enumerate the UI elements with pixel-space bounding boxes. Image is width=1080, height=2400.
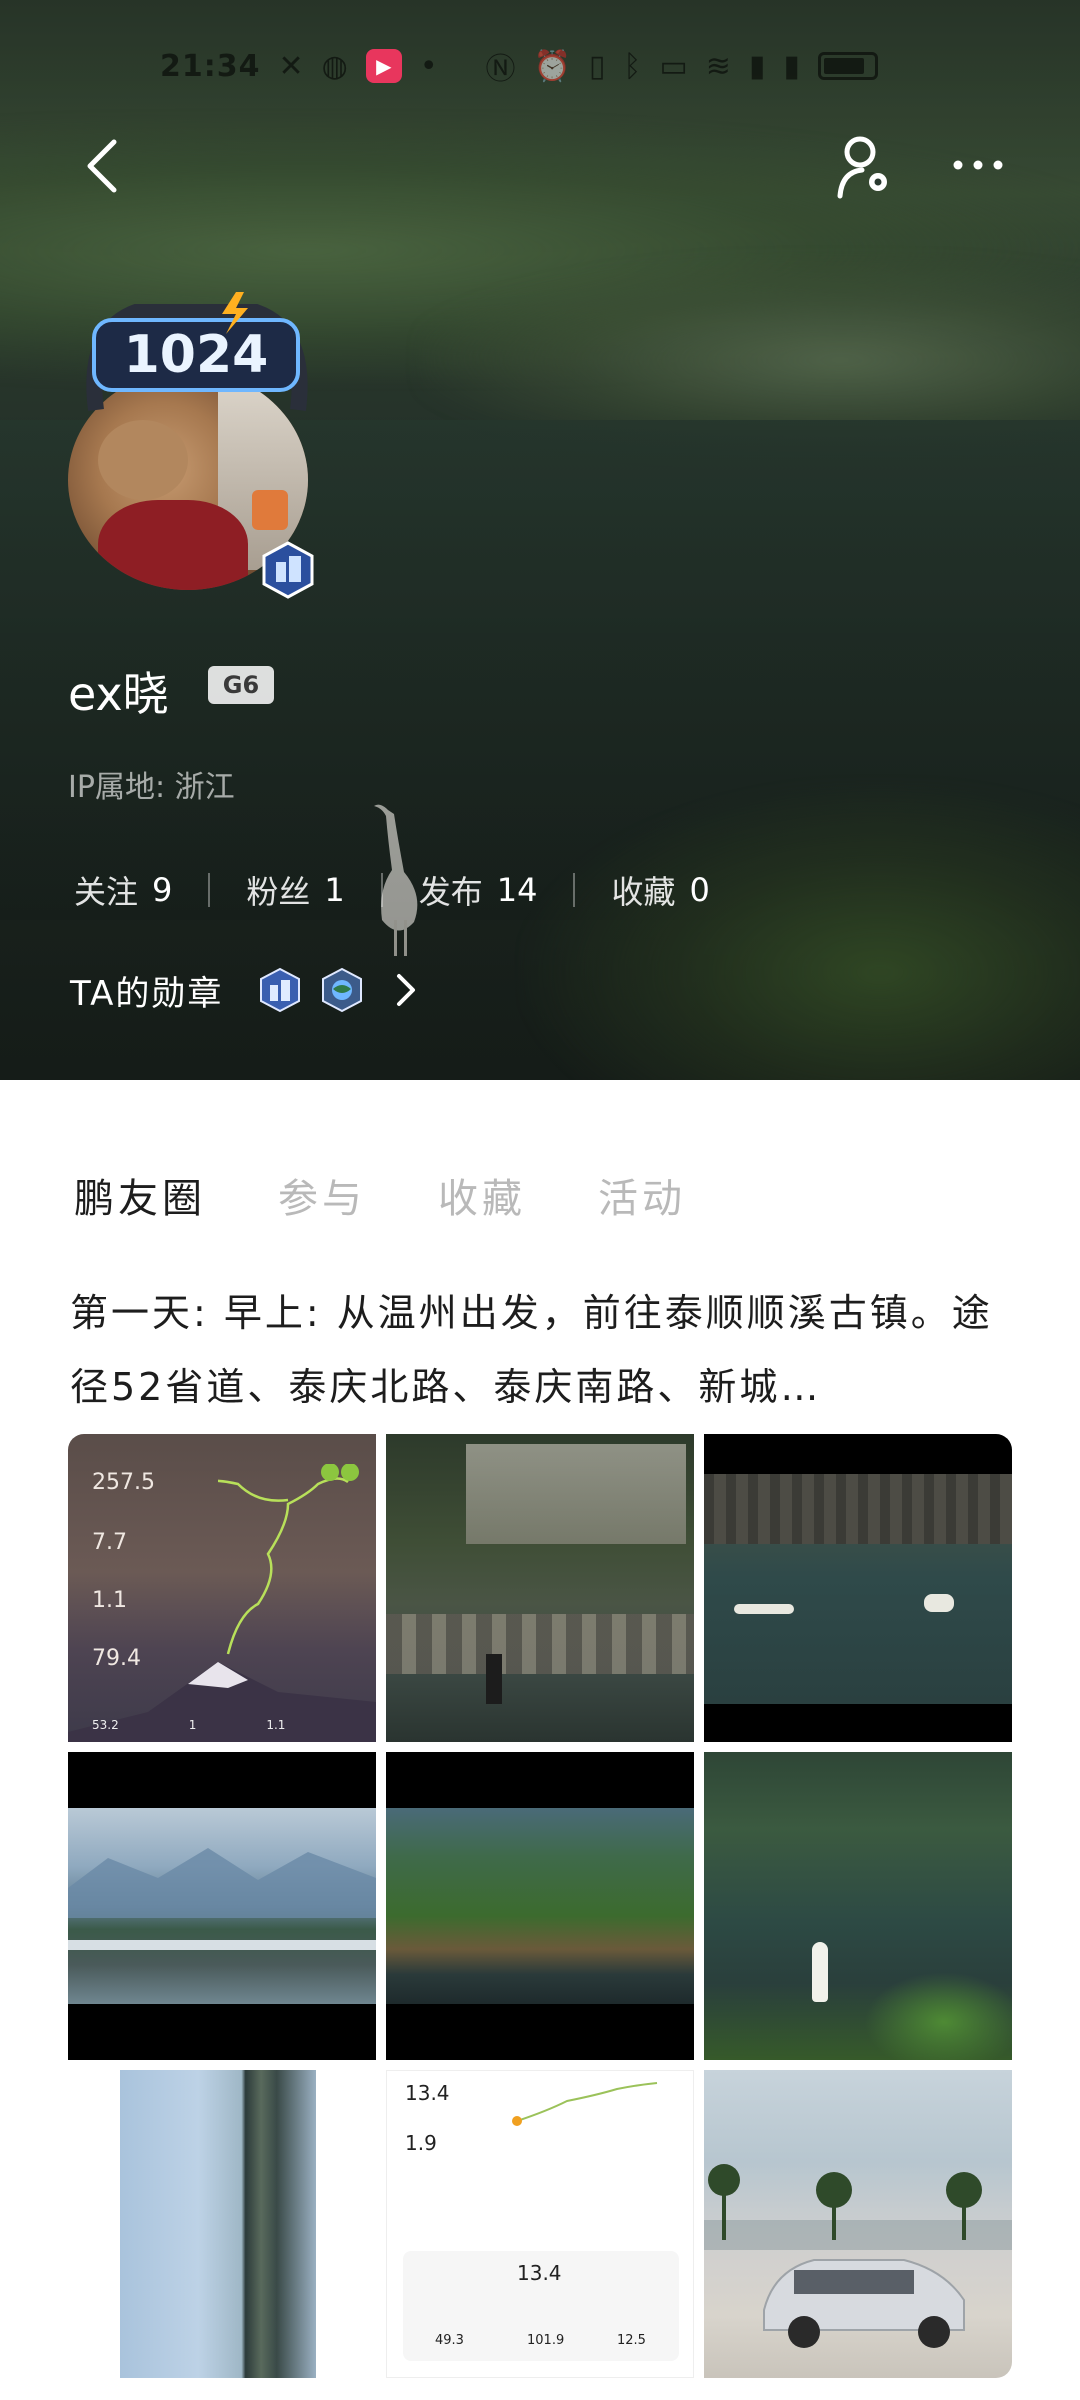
- tab-favorites[interactable]: 收藏: [438, 1166, 526, 1224]
- stat-divider: [573, 873, 576, 907]
- stat-followers[interactable]: 粉丝 1: [246, 867, 344, 913]
- content-tabs: 鹏友圈 参与 收藏 活动: [74, 1166, 686, 1224]
- mountains-silhouette: [68, 1848, 376, 1950]
- map-value: 1.1: [92, 1588, 127, 1613]
- back-icon[interactable]: [80, 136, 130, 196]
- medal-globe-icon[interactable]: [319, 967, 365, 1013]
- stat-posts[interactable]: 发布 14: [419, 867, 538, 913]
- username: ex晓: [68, 667, 169, 721]
- avatar-container[interactable]: 1024: [68, 290, 318, 600]
- stat-value: 1: [324, 871, 345, 909]
- stat-value: 14: [496, 871, 538, 909]
- map-value: 257.5: [92, 1470, 155, 1495]
- ip-location: IP属地: 浙江: [68, 770, 235, 805]
- person-silhouette: [486, 1654, 502, 1704]
- close-status-icon: ✕: [278, 48, 304, 84]
- post-image-map[interactable]: 257.5 7.7 1.1 79.4 53.2 1 1.1: [68, 1434, 376, 1742]
- medals-label: TA的勋章: [70, 973, 224, 1014]
- avatar-frame-text: 1024: [124, 325, 269, 385]
- house-shape: [466, 1444, 686, 1544]
- alarm-icon: ⏰: [533, 48, 571, 84]
- map-footer-value: 1: [188, 1718, 197, 1732]
- map-value: 79.4: [92, 1646, 141, 1671]
- chevron-right-icon[interactable]: [391, 970, 421, 1010]
- stat-label: 粉丝: [246, 873, 311, 911]
- stat-value: 9: [152, 871, 173, 909]
- stat-following[interactable]: 关注 9: [74, 867, 172, 913]
- user-settings-icon[interactable]: [834, 134, 894, 200]
- post-image-car[interactable]: [704, 2070, 1012, 2378]
- map-footer-value: 1.1: [266, 1718, 286, 1732]
- signal-5g-icon: ▮: [748, 48, 766, 84]
- ducks-shape: [734, 1604, 794, 1614]
- post-image-stats-card[interactable]: 13.4 1.9 13.4 49.3 101.9 12.5: [386, 2070, 694, 2378]
- plant-shape: [864, 1972, 1012, 2060]
- grade-badge[interactable]: G6: [208, 666, 274, 704]
- stats-card-bottom-value: 101.9: [527, 2333, 565, 2348]
- stat-divider: [380, 873, 383, 907]
- status-bar: 21:34 ✕ ◍ ▶ • Ⓝ ⏰ ▯ ᛒ ▭ ≋ ▮ ▮: [160, 46, 878, 87]
- stat-value: 0: [689, 871, 710, 909]
- post-image-riverbank[interactable]: [386, 1434, 694, 1742]
- stat-favorites[interactable]: 收藏 0: [611, 867, 709, 913]
- signal-icon: ▮: [783, 48, 800, 84]
- stat-label: 关注: [74, 873, 139, 911]
- wechat-status-icon: ◍: [321, 48, 348, 84]
- bird-shape: [924, 1594, 954, 1612]
- stat-label: 发布: [418, 873, 483, 911]
- stats-card-value: 13.4: [405, 2081, 450, 2105]
- profile-stats: 关注 9 粉丝 1 发布 14 收藏 0: [74, 867, 710, 913]
- stats-card-bottom-value: 12.5: [617, 2333, 646, 2348]
- more-icon[interactable]: [948, 150, 1008, 180]
- stat-divider: [208, 873, 211, 907]
- route-line: [218, 1464, 359, 1655]
- hd-icon: ▭: [659, 48, 688, 84]
- post-image-mountains[interactable]: [68, 1752, 376, 2060]
- stat-label: 收藏: [611, 873, 676, 911]
- wall-shape: [704, 1474, 1012, 1544]
- stones-shape: [386, 1614, 694, 1674]
- tab-participate[interactable]: 参与: [278, 1166, 366, 1224]
- post-image-egret[interactable]: [704, 1752, 1012, 2060]
- car-scene: [704, 2164, 1012, 2348]
- status-time: 21:34: [160, 48, 261, 84]
- post-image-lake-vertical[interactable]: [68, 2070, 376, 2378]
- video-app-status-icon: ▶: [365, 49, 402, 83]
- bluetooth-icon: ᛒ: [623, 48, 642, 84]
- vibrate-icon: ▯: [588, 48, 606, 84]
- tab-pengyouquan[interactable]: 鹏友圈: [74, 1166, 206, 1224]
- post-image-ducks[interactable]: [704, 1434, 1012, 1742]
- post-text[interactable]: 第一天: 早上: 从温州出发，前往泰顺顺溪古镇。途径52省道、泰庆北路、泰庆南路…: [70, 1276, 1010, 1424]
- map-footer-value: 53.2: [92, 1718, 119, 1732]
- wifi-icon: ≋: [705, 48, 731, 84]
- nfc-icon: Ⓝ: [485, 52, 516, 87]
- stats-card-value: 13.4: [517, 2261, 562, 2285]
- tab-activities[interactable]: 活动: [598, 1166, 686, 1224]
- battery-icon: [817, 52, 878, 80]
- avatar-frame-1024: 1024: [86, 292, 308, 411]
- profile-cover: 21:34 ✕ ◍ ▶ • Ⓝ ⏰ ▯ ᛒ ▭ ≋ ▮ ▮ 1024 ex晓 G…: [0, 0, 1080, 1080]
- medal-city-icon[interactable]: [257, 967, 303, 1013]
- dot-status-icon: •: [419, 48, 438, 84]
- egret-shape: [812, 1942, 828, 2002]
- post-image-forest[interactable]: [386, 1752, 694, 2060]
- medals-row[interactable]: TA的勋章: [70, 962, 421, 1018]
- stats-card-route: [512, 2082, 658, 2126]
- stats-card-bottom-value: 49.3: [435, 2333, 464, 2348]
- map-value: 7.7: [92, 1530, 127, 1555]
- level-badge-icon: [262, 541, 314, 599]
- stats-card-value: 1.9: [405, 2131, 437, 2155]
- map-footer: 53.2 1 1.1: [92, 1718, 285, 1732]
